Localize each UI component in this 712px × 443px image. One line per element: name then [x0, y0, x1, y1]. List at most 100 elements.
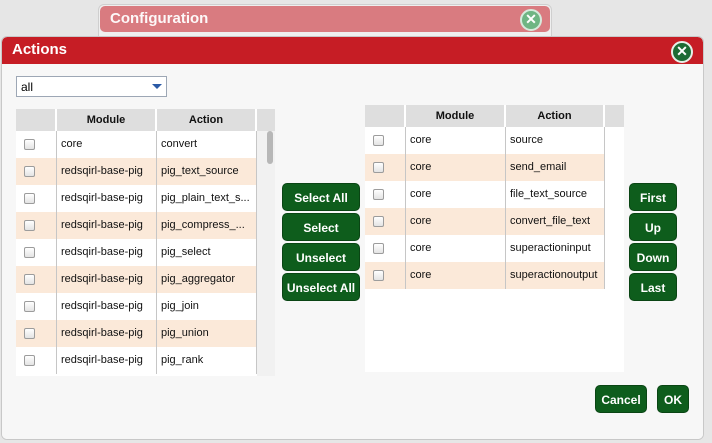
- action-cell: superactioninput: [506, 235, 605, 262]
- table-row[interactable]: core source: [365, 127, 605, 154]
- checkbox-cell: [16, 212, 57, 239]
- row-checkbox[interactable]: [24, 328, 35, 339]
- module-cell: core: [406, 181, 506, 208]
- table-row[interactable]: redsqirl-base-pig pig_aggregator: [16, 266, 257, 293]
- module-cell: redsqirl-base-pig: [57, 158, 157, 185]
- checkbox-cell: [16, 293, 57, 320]
- row-checkbox[interactable]: [373, 189, 384, 200]
- close-icon[interactable]: ✕: [671, 41, 693, 63]
- table-row[interactable]: core convert_file_text: [365, 208, 605, 235]
- ok-button[interactable]: OK: [657, 385, 689, 413]
- table-row[interactable]: redsqirl-base-pig pig_select: [16, 239, 257, 266]
- up-button[interactable]: Up: [629, 213, 677, 241]
- row-checkbox[interactable]: [373, 162, 384, 173]
- first-button[interactable]: First: [629, 183, 677, 211]
- action-cell: pig_plain_text_s...: [157, 185, 257, 212]
- action-cell: pig_rank: [157, 347, 257, 374]
- row-checkbox[interactable]: [24, 274, 35, 285]
- checkbox-cell: [365, 181, 406, 208]
- chevron-down-icon: [152, 84, 162, 89]
- checkbox-cell: [16, 266, 57, 293]
- scroll-column-header: [257, 109, 275, 131]
- module-cell: core: [406, 154, 506, 181]
- select-all-button[interactable]: Select All: [282, 183, 360, 211]
- module-cell: redsqirl-base-pig: [57, 347, 157, 374]
- available-scrollbar[interactable]: [257, 131, 275, 376]
- module-cell: redsqirl-base-pig: [57, 239, 157, 266]
- row-checkbox[interactable]: [373, 243, 384, 254]
- unselect-all-button[interactable]: Unselect All: [282, 273, 360, 301]
- row-checkbox[interactable]: [373, 270, 384, 281]
- action-column-header: Action: [506, 105, 605, 127]
- row-checkbox[interactable]: [24, 193, 35, 204]
- configuration-title: Configuration: [110, 10, 209, 27]
- row-checkbox[interactable]: [24, 166, 35, 177]
- row-checkbox[interactable]: [373, 216, 384, 227]
- filter-value: all: [21, 80, 34, 94]
- available-scrollbar-thumb[interactable]: [267, 131, 273, 164]
- row-checkbox[interactable]: [24, 355, 35, 366]
- module-cell: redsqirl-base-pig: [57, 266, 157, 293]
- checkbox-column-header: [365, 105, 406, 127]
- unselect-button[interactable]: Unselect: [282, 243, 360, 271]
- checkbox-column-header: [16, 109, 57, 131]
- dialog-body: all Module Action core convert redsqirl-ba…: [2, 64, 703, 439]
- action-cell: convert: [157, 131, 257, 158]
- row-checkbox[interactable]: [24, 220, 35, 231]
- action-cell: superactionoutput: [506, 262, 605, 289]
- module-cell: core: [406, 262, 506, 289]
- table-row[interactable]: core convert: [16, 131, 257, 158]
- down-button[interactable]: Down: [629, 243, 677, 271]
- checkbox-cell: [365, 154, 406, 181]
- last-button[interactable]: Last: [629, 273, 677, 301]
- row-checkbox[interactable]: [24, 247, 35, 258]
- table-header: Module Action: [16, 109, 275, 131]
- row-checkbox[interactable]: [24, 301, 35, 312]
- select-button[interactable]: Select: [282, 213, 360, 241]
- module-column-header: Module: [406, 105, 506, 127]
- scroll-column-header: [605, 105, 624, 127]
- selected-actions-table: Module Action core source core send_email co…: [365, 105, 624, 372]
- checkbox-cell: [365, 127, 406, 154]
- table-row[interactable]: redsqirl-base-pig pig_join: [16, 293, 257, 320]
- checkbox-cell: [16, 158, 57, 185]
- table-row[interactable]: redsqirl-base-pig pig_plain_text_s...: [16, 185, 257, 212]
- table-row[interactable]: core file_text_source: [365, 181, 605, 208]
- row-checkbox[interactable]: [24, 139, 35, 150]
- checkbox-cell: [16, 347, 57, 374]
- cancel-button[interactable]: Cancel: [595, 385, 647, 413]
- configuration-titlebar: Configuration ✕: [100, 6, 550, 32]
- filter-dropdown[interactable]: all: [16, 76, 167, 97]
- action-cell: source: [506, 127, 605, 154]
- action-cell: pig_join: [157, 293, 257, 320]
- module-cell: redsqirl-base-pig: [57, 212, 157, 239]
- row-checkbox[interactable]: [373, 135, 384, 146]
- checkbox-cell: [16, 239, 57, 266]
- action-column-header: Action: [157, 109, 257, 131]
- table-row[interactable]: redsqirl-base-pig pig_rank: [16, 347, 257, 374]
- module-cell: redsqirl-base-pig: [57, 185, 157, 212]
- actions-titlebar: Actions ✕: [2, 37, 703, 64]
- available-actions-table: Module Action core convert redsqirl-base-p…: [16, 109, 275, 376]
- table-row[interactable]: redsqirl-base-pig pig_union: [16, 320, 257, 347]
- action-cell: pig_compress_...: [157, 212, 257, 239]
- table-row[interactable]: redsqirl-base-pig pig_text_source: [16, 158, 257, 185]
- module-cell: redsqirl-base-pig: [57, 320, 157, 347]
- checkbox-cell: [365, 208, 406, 235]
- table-row[interactable]: core superactionoutput: [365, 262, 605, 289]
- configuration-close-icon[interactable]: ✕: [520, 9, 542, 31]
- checkbox-cell: [16, 131, 57, 158]
- checkbox-cell: [365, 262, 406, 289]
- module-cell: core: [57, 131, 157, 158]
- checkbox-cell: [365, 235, 406, 262]
- action-cell: pig_aggregator: [157, 266, 257, 293]
- action-cell: send_email: [506, 154, 605, 181]
- checkbox-cell: [16, 320, 57, 347]
- table-row[interactable]: core send_email: [365, 154, 605, 181]
- module-cell: core: [406, 235, 506, 262]
- table-row[interactable]: core superactioninput: [365, 235, 605, 262]
- table-row[interactable]: redsqirl-base-pig pig_compress_...: [16, 212, 257, 239]
- action-cell: file_text_source: [506, 181, 605, 208]
- module-cell: core: [406, 208, 506, 235]
- actions-dialog: Actions ✕ all Module Action core convert r…: [1, 36, 704, 440]
